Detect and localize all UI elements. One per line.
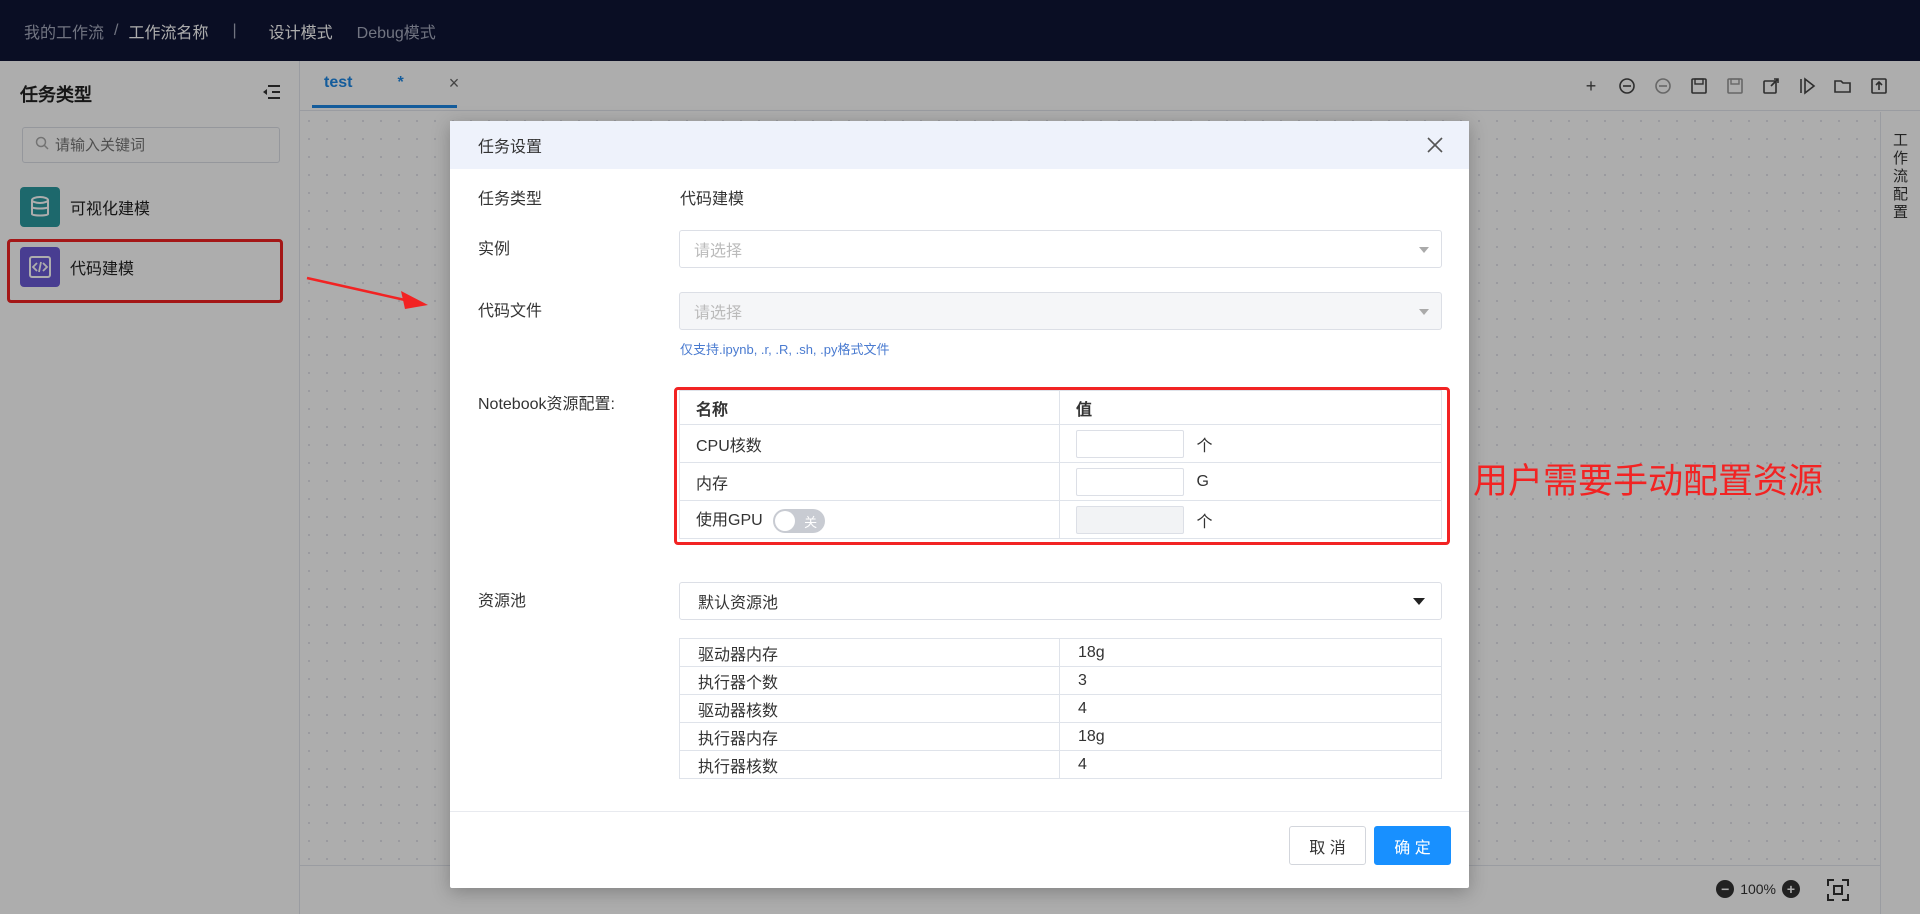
table-row: 执行器内存 18g <box>679 722 1442 751</box>
table-row: 驱动器内存 18g <box>679 638 1442 667</box>
code-file-select-placeholder: 请选择 <box>694 305 743 322</box>
table-row: 驱动器核数 4 <box>679 694 1442 723</box>
pool-param-name: 执行器核数 <box>679 750 1060 779</box>
instance-select-placeholder: 请选择 <box>694 243 743 260</box>
red-arrow-annotation <box>306 276 428 309</box>
task-settings-dialog: 任务设置 任务类型 代码建模 实例 请选择 代码文件 请选择 仅支持.ipynb… <box>450 121 1469 888</box>
chevron-down-icon <box>1413 598 1425 605</box>
pool-param-value: 3 <box>1059 666 1442 695</box>
chevron-down-icon <box>1419 247 1429 253</box>
annotation-text: 用户需要手动配置资源 <box>1473 462 1824 501</box>
dialog-header: 任务设置 <box>450 121 1469 169</box>
task-type-label: 任务类型 <box>478 191 543 208</box>
dialog-title: 任务设置 <box>478 139 543 156</box>
notebook-resource-label: Notebook资源配置: <box>478 396 615 413</box>
pool-param-value: 18g <box>1059 722 1442 751</box>
task-type-value: 代码建模 <box>680 191 745 208</box>
close-icon[interactable] <box>1423 133 1447 157</box>
code-file-select[interactable]: 请选择 <box>679 292 1442 330</box>
instance-select[interactable]: 请选择 <box>679 230 1442 268</box>
confirm-button[interactable]: 确 定 <box>1374 826 1451 865</box>
highlight-box-resource-table <box>674 387 1450 545</box>
dialog-footer: 取 消 确 定 <box>450 811 1469 888</box>
pool-param-value: 4 <box>1059 694 1442 723</box>
resource-pool-table: 驱动器内存 18g 执行器个数 3 驱动器核数 4 执行器内存 18g 执行器核数 4 <box>679 638 1442 779</box>
instance-label: 实例 <box>478 241 511 258</box>
chevron-down-icon <box>1419 309 1429 315</box>
table-row: 执行器核数 4 <box>679 750 1442 779</box>
pool-param-name: 执行器个数 <box>679 666 1060 695</box>
pool-param-name: 执行器内存 <box>679 722 1060 751</box>
resource-pool-value: 默认资源池 <box>698 595 779 612</box>
pool-param-value: 18g <box>1059 638 1442 667</box>
resource-pool-select[interactable]: 默认资源池 <box>679 582 1442 620</box>
pool-param-name: 驱动器核数 <box>679 694 1060 723</box>
code-file-hint: 仅支持.ipynb, .r, .R, .sh, .py格式文件 <box>680 342 890 357</box>
table-row: 执行器个数 3 <box>679 666 1442 695</box>
pool-param-value: 4 <box>1059 750 1442 779</box>
resource-pool-label: 资源池 <box>478 593 527 610</box>
cancel-button[interactable]: 取 消 <box>1289 826 1366 865</box>
code-file-label: 代码文件 <box>478 303 543 320</box>
pool-param-name: 驱动器内存 <box>679 638 1060 667</box>
